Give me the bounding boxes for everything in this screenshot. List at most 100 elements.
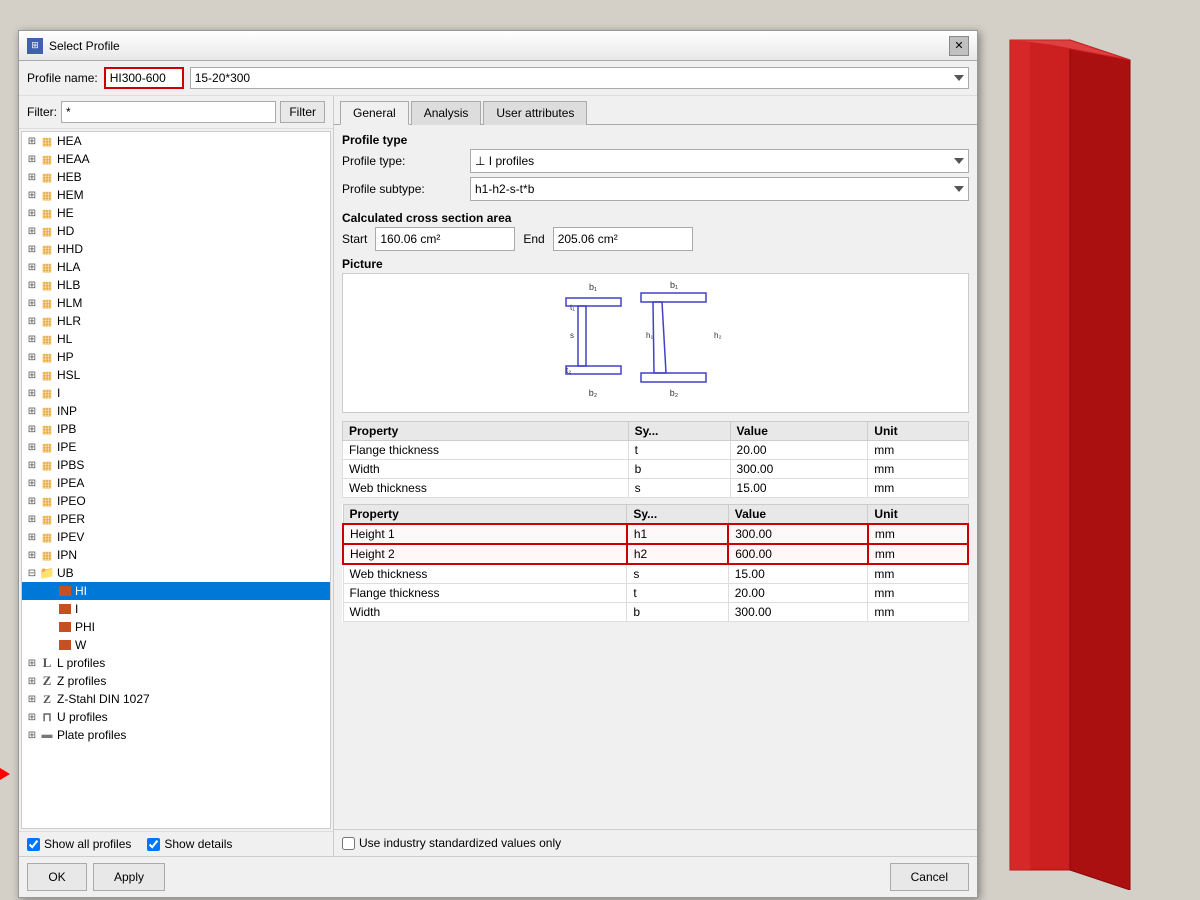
tree-item-HHD[interactable]: ⊞ ▦ HHD <box>22 240 330 258</box>
tree-item-plate-profiles[interactable]: ⊞ ▬ Plate profiles <box>22 726 330 744</box>
label-HEB: HEB <box>57 170 82 184</box>
expander-HSL[interactable]: ⊞ <box>24 367 40 383</box>
table-row: Flange thickness t 20.00 mm <box>343 584 968 603</box>
expander-HE[interactable]: ⊞ <box>24 205 40 221</box>
tree-item-HSL[interactable]: ⊞ ▦ HSL <box>22 366 330 384</box>
expander-HLM[interactable]: ⊞ <box>24 295 40 311</box>
unit-height2: mm <box>868 544 968 564</box>
expander-HEAA[interactable]: ⊞ <box>24 151 40 167</box>
expander-IPN[interactable]: ⊞ <box>24 547 40 563</box>
tab-user-attributes[interactable]: User attributes <box>483 101 587 125</box>
tab-general[interactable]: General <box>340 101 409 125</box>
expander-HP[interactable]: ⊞ <box>24 349 40 365</box>
filter-button[interactable]: Filter <box>280 101 325 123</box>
expander-IPBS[interactable]: ⊞ <box>24 457 40 473</box>
expander-IPB[interactable]: ⊞ <box>24 421 40 437</box>
profile-name-input[interactable] <box>104 67 184 89</box>
show-all-checkbox[interactable] <box>27 838 40 851</box>
tree-item-I-child[interactable]: I <box>22 600 330 618</box>
tree-item-IPE[interactable]: ⊞ ▦ IPE <box>22 438 330 456</box>
expander-IPEA[interactable]: ⊞ <box>24 475 40 491</box>
tree-item-HL[interactable]: ⊞ ▦ HL <box>22 330 330 348</box>
tree-item-IPN[interactable]: ⊞ ▦ IPN <box>22 546 330 564</box>
expander-L-profiles[interactable]: ⊞ <box>24 655 40 671</box>
tree-item-HLA[interactable]: ⊞ ▦ HLA <box>22 258 330 276</box>
tree-item-HP[interactable]: ⊞ ▦ HP <box>22 348 330 366</box>
tree-item-HEA[interactable]: ⊞ ▦ HEA <box>22 132 330 150</box>
label-Zstahl: Z-Stahl DIN 1027 <box>57 692 150 706</box>
cancel-button[interactable]: Cancel <box>890 863 969 891</box>
close-button[interactable]: ✕ <box>949 36 969 56</box>
industry-standard-checkbox[interactable] <box>342 837 355 850</box>
show-all-label[interactable]: Show all profiles <box>27 837 131 851</box>
expander-HEB[interactable]: ⊞ <box>24 169 40 185</box>
expander-IPEO[interactable]: ⊞ <box>24 493 40 509</box>
profile-name-dropdown[interactable]: 15-20*300 20-25*300 <box>190 67 969 89</box>
picture-label: Picture <box>342 257 969 271</box>
show-details-label[interactable]: Show details <box>147 837 232 851</box>
red-arrow-indicator <box>0 768 10 780</box>
ok-button[interactable]: OK <box>27 863 87 891</box>
tree-item-IPER[interactable]: ⊞ ▦ IPER <box>22 510 330 528</box>
expander-IPER[interactable]: ⊞ <box>24 511 40 527</box>
tree-item-Z-profiles[interactable]: ⊞ Z Z profiles <box>22 672 330 690</box>
filter-input[interactable] <box>61 101 276 123</box>
end-value[interactable] <box>553 227 693 251</box>
profile-tree[interactable]: ⊞ ▦ HEA ⊞ ▦ HEAA ⊞ ▦ HEB ⊞ ▦ HEM <box>21 131 331 829</box>
tree-item-HI[interactable]: HI <box>22 582 330 600</box>
tree-item-IPEO[interactable]: ⊞ ▦ IPEO <box>22 492 330 510</box>
profile-subtype-dropdown[interactable]: h1-h2-s-t*b <box>470 177 969 201</box>
profile-type-label: Profile type: <box>342 154 462 168</box>
icon-HLB: ▦ <box>40 278 54 292</box>
expander-IPE[interactable]: ⊞ <box>24 439 40 455</box>
tree-item-IPEA[interactable]: ⊞ ▦ IPEA <box>22 474 330 492</box>
expander-Z-profiles[interactable]: ⊞ <box>24 673 40 689</box>
expander-HEA[interactable]: ⊞ <box>24 133 40 149</box>
tree-item-UB[interactable]: ⊟ 📁 UB <box>22 564 330 582</box>
tree-item-PHI[interactable]: PHI <box>22 618 330 636</box>
icon-HHD: ▦ <box>40 242 54 256</box>
expander-HHD[interactable]: ⊞ <box>24 241 40 257</box>
expander-plate-profiles[interactable]: ⊞ <box>24 727 40 743</box>
start-value[interactable] <box>375 227 515 251</box>
tree-item-INP[interactable]: ⊞ ▦ INP <box>22 402 330 420</box>
expander-IPEV[interactable]: ⊞ <box>24 529 40 545</box>
sym-web-thickness-1: s <box>628 479 730 498</box>
tree-item-HLB[interactable]: ⊞ ▦ HLB <box>22 276 330 294</box>
expander-Zstahl[interactable]: ⊞ <box>24 691 40 707</box>
tab-analysis[interactable]: Analysis <box>411 101 482 125</box>
expander-HEM[interactable]: ⊞ <box>24 187 40 203</box>
tree-item-HEB[interactable]: ⊞ ▦ HEB <box>22 168 330 186</box>
tree-item-IPB[interactable]: ⊞ ▦ IPB <box>22 420 330 438</box>
tree-item-Zstahl[interactable]: ⊞ Z Z-Stahl DIN 1027 <box>22 690 330 708</box>
expander-U-profiles[interactable]: ⊞ <box>24 709 40 725</box>
expander-INP[interactable]: ⊞ <box>24 403 40 419</box>
profile-type-dropdown[interactable]: ⊥ I profiles <box>470 149 969 173</box>
tree-item-HD[interactable]: ⊞ ▦ HD <box>22 222 330 240</box>
tree-item-W[interactable]: W <box>22 636 330 654</box>
tree-item-I[interactable]: ⊞ ▦ I <box>22 384 330 402</box>
expander-HLB[interactable]: ⊞ <box>24 277 40 293</box>
profile-subtype-row: Profile subtype: h1-h2-s-t*b <box>342 177 969 201</box>
apply-button[interactable]: Apply <box>93 863 165 891</box>
icon-Z-profiles: Z <box>40 674 54 688</box>
tree-item-HLR[interactable]: ⊞ ▦ HLR <box>22 312 330 330</box>
tree-item-HE[interactable]: ⊞ ▦ HE <box>22 204 330 222</box>
tree-item-HLM[interactable]: ⊞ ▦ HLM <box>22 294 330 312</box>
tree-item-HEAA[interactable]: ⊞ ▦ HEAA <box>22 150 330 168</box>
tree-item-IPEV[interactable]: ⊞ ▦ IPEV <box>22 528 330 546</box>
tree-item-IPBS[interactable]: ⊞ ▦ IPBS <box>22 456 330 474</box>
tree-item-HEM[interactable]: ⊞ ▦ HEM <box>22 186 330 204</box>
expander-HLA[interactable]: ⊞ <box>24 259 40 275</box>
industry-standard-label[interactable]: Use industry standardized values only <box>342 836 561 850</box>
expander-HD[interactable]: ⊞ <box>24 223 40 239</box>
tree-item-U-profiles[interactable]: ⊞ ⊓ U profiles <box>22 708 330 726</box>
expander-HLR[interactable]: ⊞ <box>24 313 40 329</box>
label-UB: UB <box>57 566 74 580</box>
expander-HL[interactable]: ⊞ <box>24 331 40 347</box>
tree-item-L-profiles[interactable]: ⊞ L L profiles <box>22 654 330 672</box>
expander-UB[interactable]: ⊟ <box>24 565 40 581</box>
svg-text:b₂: b₂ <box>588 388 597 398</box>
show-details-checkbox[interactable] <box>147 838 160 851</box>
expander-I[interactable]: ⊞ <box>24 385 40 401</box>
